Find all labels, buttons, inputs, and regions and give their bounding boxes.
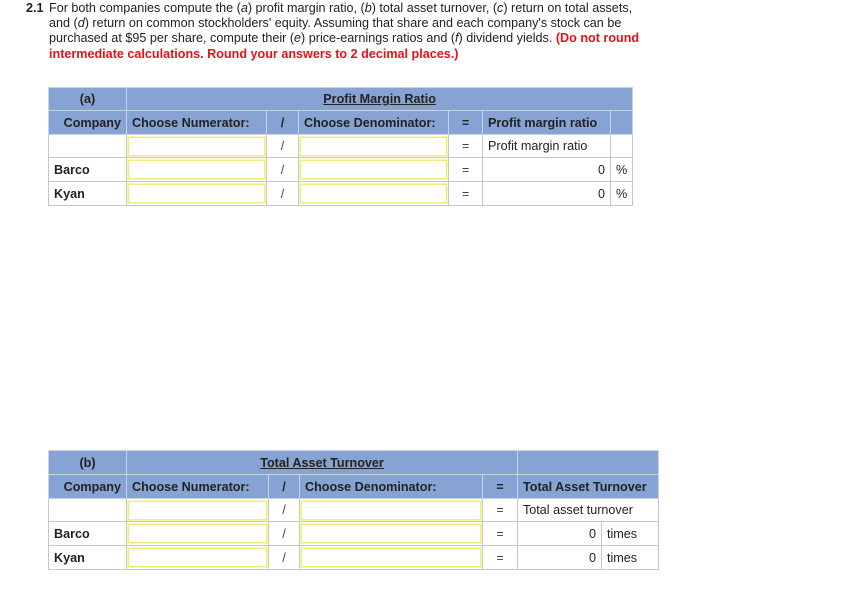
question-text-run: For both companies compute the bbox=[49, 1, 237, 15]
denominator-input[interactable] bbox=[300, 547, 482, 568]
table-row: Kyan / = 0 % bbox=[48, 181, 634, 206]
result-unit: % bbox=[609, 181, 634, 206]
result-unit: times bbox=[601, 545, 659, 570]
equals-sign: = bbox=[448, 157, 483, 182]
table-title: Total Asset Turnover bbox=[126, 450, 518, 475]
header-numerator: Choose Numerator: bbox=[126, 110, 267, 135]
question-text-run: ) profit margin ratio, ( bbox=[247, 1, 365, 15]
table-row: / = Total asset turnover bbox=[48, 498, 659, 522]
result-value: 0 bbox=[517, 545, 602, 570]
result-label: Total asset turnover bbox=[517, 498, 659, 522]
numerator-input[interactable] bbox=[127, 159, 266, 180]
divide-sign: / bbox=[266, 157, 299, 182]
profit-margin-ratio-table: (a) Profit Margin Ratio Company Choose N… bbox=[48, 87, 634, 206]
result-unit: times bbox=[601, 521, 659, 546]
row-company bbox=[48, 498, 127, 522]
denominator-input[interactable] bbox=[299, 159, 448, 180]
header-company: Company bbox=[48, 110, 127, 135]
result-value: 0 bbox=[517, 521, 602, 546]
divide-sign: / bbox=[268, 545, 300, 570]
question-text-run: a bbox=[240, 1, 248, 15]
numerator-input[interactable] bbox=[127, 135, 266, 157]
divide-sign: / bbox=[268, 521, 300, 546]
denominator-input[interactable] bbox=[299, 183, 448, 204]
result-label: Profit margin ratio bbox=[482, 134, 611, 158]
denominator-input[interactable] bbox=[300, 523, 482, 544]
numerator-input[interactable] bbox=[127, 547, 268, 568]
numerator-input[interactable] bbox=[127, 523, 268, 544]
total-asset-turnover-table: (b) Total Asset Turnover Company Choose … bbox=[48, 450, 659, 570]
question-prompt: 2.1 For both companies compute the (a) p… bbox=[26, 1, 656, 62]
question-text-run: e bbox=[294, 31, 302, 46]
result-value: 0 bbox=[482, 157, 611, 182]
row-company: Barco bbox=[48, 157, 127, 182]
row-company: Kyan bbox=[48, 545, 127, 570]
question-text-run: d bbox=[77, 16, 85, 31]
header-unit bbox=[609, 110, 634, 135]
question-text-run: b bbox=[364, 1, 372, 15]
equals-sign: = bbox=[482, 498, 518, 522]
header-denominator: Choose Denominator: bbox=[298, 110, 449, 135]
divide-sign: / bbox=[268, 498, 300, 522]
question-number: 2.1 bbox=[26, 1, 44, 15]
divide-sign: / bbox=[266, 181, 299, 206]
header-divide: / bbox=[268, 474, 300, 499]
part-label: (b) bbox=[48, 450, 127, 475]
header-result: Total Asset Turnover bbox=[517, 474, 659, 499]
denominator-input[interactable] bbox=[299, 135, 448, 157]
header-divide: / bbox=[266, 110, 299, 135]
result-value: 0 bbox=[482, 181, 611, 206]
table-title: Profit Margin Ratio bbox=[125, 87, 634, 111]
header-result: Profit margin ratio bbox=[482, 110, 611, 135]
result-unit bbox=[609, 134, 634, 158]
row-company: Kyan bbox=[48, 181, 127, 206]
header-numerator: Choose Numerator: bbox=[126, 474, 269, 499]
numerator-input[interactable] bbox=[127, 183, 266, 204]
denominator-input[interactable] bbox=[300, 499, 482, 521]
table-row: Barco / = 0 % bbox=[48, 157, 634, 182]
table-row: / = Profit margin ratio bbox=[48, 134, 634, 158]
equals-sign: = bbox=[448, 134, 483, 158]
header-denominator: Choose Denominator: bbox=[299, 474, 483, 499]
numerator-input[interactable] bbox=[127, 499, 268, 521]
question-text-run: ) total asset turnover, ( bbox=[371, 1, 498, 15]
header-equals: = bbox=[448, 110, 483, 135]
header-company: Company bbox=[48, 474, 127, 499]
row-company: Barco bbox=[48, 521, 127, 546]
table-row: Barco / = 0 times bbox=[48, 521, 659, 546]
table-row: Kyan / = 0 times bbox=[48, 545, 659, 570]
header-equals: = bbox=[482, 474, 518, 499]
result-unit: % bbox=[609, 157, 634, 182]
divide-sign: / bbox=[266, 134, 299, 158]
equals-sign: = bbox=[482, 545, 518, 570]
equals-sign: = bbox=[448, 181, 483, 206]
question-text-run: ) price-earnings ratios and ( bbox=[301, 31, 456, 46]
question-text: For both companies compute the (a) profi… bbox=[49, 1, 656, 62]
part-label: (a) bbox=[48, 87, 127, 111]
equals-sign: = bbox=[482, 521, 518, 546]
question-text-run: ) dividend yields. bbox=[458, 31, 556, 46]
row-company bbox=[48, 134, 127, 158]
